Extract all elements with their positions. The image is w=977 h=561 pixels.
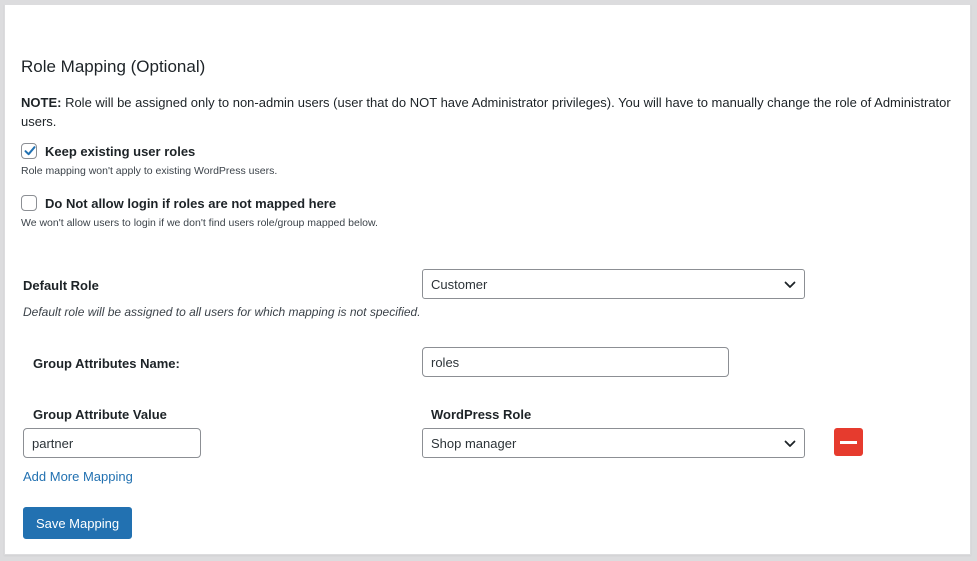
chevron-down-icon [784, 440, 796, 447]
checkmark-icon [24, 146, 36, 156]
default-role-select[interactable]: Customer [422, 269, 805, 299]
remove-mapping-button[interactable] [834, 428, 863, 456]
keep-roles-label[interactable]: Keep existing user roles [45, 144, 195, 159]
section-title: Role Mapping (Optional) [21, 57, 206, 76]
save-mapping-button[interactable]: Save Mapping [23, 507, 132, 539]
deny-login-help: We won't allow users to login if we don'… [21, 217, 378, 229]
group-attr-name-input[interactable] [422, 347, 729, 377]
keep-roles-help: Role mapping won't apply to existing Wor… [21, 165, 278, 177]
keep-roles-checkbox[interactable] [21, 143, 37, 159]
default-role-help: Default role will be assigned to all use… [23, 305, 421, 319]
group-attr-value-header: Group Attribute Value [33, 407, 167, 422]
default-role-value: Customer [431, 276, 488, 292]
wp-role-value: Shop manager [431, 435, 517, 451]
deny-login-label[interactable]: Do Not allow login if roles are not mapp… [45, 196, 336, 211]
deny-login-option: Do Not allow login if roles are not mapp… [21, 195, 336, 211]
admin-note: NOTE: Role will be assigned only to non-… [21, 93, 961, 131]
deny-login-checkbox[interactable] [21, 195, 37, 211]
default-role-label: Default Role [23, 278, 99, 293]
wp-role-header: WordPress Role [431, 407, 532, 422]
keep-roles-option: Keep existing user roles [21, 143, 195, 159]
role-mapping-panel: Role Mapping (Optional) NOTE: Role will … [4, 4, 971, 555]
chevron-down-icon [784, 281, 796, 288]
note-label: NOTE: [21, 95, 62, 110]
group-attr-name-label: Group Attributes Name: [33, 356, 180, 371]
add-more-mapping-link[interactable]: Add More Mapping [23, 469, 133, 484]
note-text: Role will be assigned only to non-admin … [21, 95, 951, 129]
wp-role-select[interactable]: Shop manager [422, 428, 805, 458]
group-attr-value-input[interactable] [23, 428, 201, 458]
minus-icon [840, 440, 857, 444]
